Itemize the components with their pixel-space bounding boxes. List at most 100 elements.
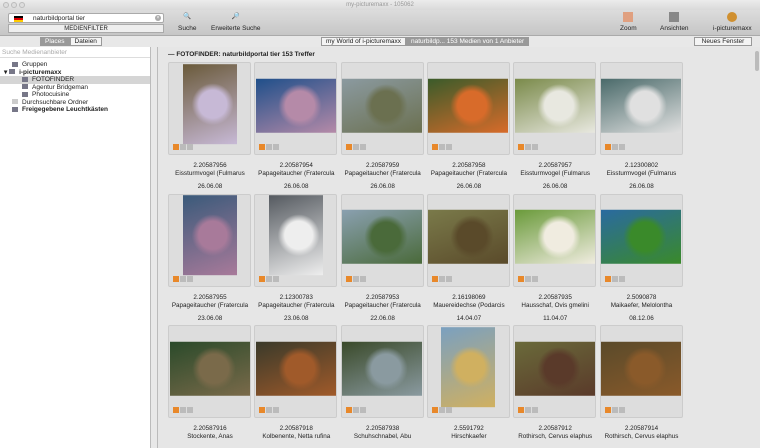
- thumbnail-cell[interactable]: [600, 194, 683, 287]
- thumbnail-image[interactable]: [601, 210, 681, 264]
- zoom-button[interactable]: Zoom: [620, 12, 637, 32]
- lightbox-icon[interactable]: [346, 407, 352, 413]
- mail-icon[interactable]: [187, 276, 193, 282]
- tree-item-photocuisine[interactable]: Photocuisine: [0, 91, 150, 99]
- search-button[interactable]: 🔍Suche: [178, 12, 196, 32]
- info-icon[interactable]: [525, 407, 531, 413]
- info-icon[interactable]: [525, 144, 531, 150]
- new-window-button[interactable]: Neues Fenster: [694, 37, 752, 46]
- thumbnail-cell[interactable]: [600, 62, 683, 155]
- thumbnail-image[interactable]: [256, 341, 336, 395]
- thumbnail-cell[interactable]: [341, 62, 424, 155]
- info-icon[interactable]: [353, 407, 359, 413]
- mail-icon[interactable]: [532, 407, 538, 413]
- tree-item-lightboxes[interactable]: Freigegebene Leuchtkästen: [0, 106, 150, 114]
- thumbnail-image[interactable]: [269, 195, 323, 275]
- lightbox-icon[interactable]: [259, 144, 265, 150]
- thumbnail-image[interactable]: [342, 210, 422, 264]
- tab-search-result[interactable]: naturbildp... 153 Medien von 1 Anbieter: [406, 37, 529, 46]
- lightbox-icon[interactable]: [346, 144, 352, 150]
- lightbox-icon[interactable]: [259, 276, 265, 282]
- info-icon[interactable]: [180, 144, 186, 150]
- thumbnail-image[interactable]: [256, 78, 336, 132]
- thumbnail-cell[interactable]: [254, 62, 337, 155]
- ipicturemaxx-button[interactable]: i-picturemaxx: [713, 12, 752, 32]
- lightbox-icon[interactable]: [346, 276, 352, 282]
- advanced-search-button[interactable]: 🔎Erweiterte Suche: [211, 12, 261, 32]
- lightbox-icon[interactable]: [605, 276, 611, 282]
- info-icon[interactable]: [353, 276, 359, 282]
- info-icon[interactable]: [439, 276, 445, 282]
- thumbnail-cell[interactable]: [254, 325, 337, 418]
- mail-icon[interactable]: [360, 144, 366, 150]
- thumbnail-cell[interactable]: [513, 194, 596, 287]
- mail-icon[interactable]: [532, 144, 538, 150]
- lightbox-icon[interactable]: [173, 276, 179, 282]
- lightbox-icon[interactable]: [518, 407, 524, 413]
- mail-icon[interactable]: [619, 144, 625, 150]
- thumbnail-cell[interactable]: [254, 194, 337, 287]
- thumbnail-cell[interactable]: [168, 194, 251, 287]
- info-icon[interactable]: [266, 407, 272, 413]
- mail-icon[interactable]: [446, 276, 452, 282]
- media-filter-button[interactable]: MEDIENFILTER: [8, 24, 164, 33]
- tree-item-folders[interactable]: Durchsuchbare Ordner: [0, 99, 150, 107]
- search-input[interactable]: naturbildportal tier ×: [8, 13, 164, 23]
- thumbnail-image[interactable]: [183, 195, 237, 275]
- thumbnail-image[interactable]: [515, 210, 595, 264]
- mail-icon[interactable]: [619, 407, 625, 413]
- thumbnail-image[interactable]: [428, 210, 508, 264]
- tree-item-gruppen[interactable]: Gruppen: [0, 61, 150, 69]
- thumbnail-cell[interactable]: [513, 62, 596, 155]
- info-icon[interactable]: [439, 407, 445, 413]
- thumbnail-cell[interactable]: [341, 194, 424, 287]
- lightbox-icon[interactable]: [432, 144, 438, 150]
- lightbox-icon[interactable]: [173, 144, 179, 150]
- mail-icon[interactable]: [532, 276, 538, 282]
- thumbnail-image[interactable]: [441, 327, 495, 407]
- tab-my-world[interactable]: my World of i-picturemaxx: [321, 37, 406, 46]
- tab-places[interactable]: Places: [40, 37, 70, 46]
- thumbnail-image[interactable]: [428, 78, 508, 132]
- thumbnail-cell[interactable]: [427, 194, 510, 287]
- thumbnail-image[interactable]: [342, 341, 422, 395]
- thumbnail-cell[interactable]: [600, 325, 683, 418]
- thumbnail-image[interactable]: [515, 341, 595, 395]
- info-icon[interactable]: [439, 144, 445, 150]
- mail-icon[interactable]: [187, 144, 193, 150]
- tree-item-ipicturemaxx[interactable]: ▾ i-picturemaxx: [0, 69, 150, 77]
- tab-dateien[interactable]: Dateien: [70, 37, 102, 46]
- mail-icon[interactable]: [360, 276, 366, 282]
- german-flag-icon[interactable]: [14, 16, 23, 22]
- info-icon[interactable]: [525, 276, 531, 282]
- thumbnail-cell[interactable]: [341, 325, 424, 418]
- info-icon[interactable]: [266, 276, 272, 282]
- info-icon[interactable]: [180, 407, 186, 413]
- scrollbar[interactable]: [755, 51, 759, 71]
- lightbox-icon[interactable]: [432, 276, 438, 282]
- thumbnail-cell[interactable]: [513, 325, 596, 418]
- thumbnail-cell[interactable]: [427, 325, 510, 418]
- mail-icon[interactable]: [273, 144, 279, 150]
- thumbnail-image[interactable]: [342, 78, 422, 132]
- thumbnail-cell[interactable]: [168, 325, 251, 418]
- tree-item-fotofinder[interactable]: FOTOFINDER: [0, 76, 150, 84]
- info-icon[interactable]: [612, 407, 618, 413]
- lightbox-icon[interactable]: [432, 407, 438, 413]
- info-icon[interactable]: [612, 144, 618, 150]
- mail-icon[interactable]: [273, 407, 279, 413]
- thumbnail-image[interactable]: [183, 64, 237, 144]
- info-icon[interactable]: [180, 276, 186, 282]
- tree-item-bridgeman[interactable]: Agentur Bridgeman: [0, 84, 150, 92]
- info-icon[interactable]: [612, 276, 618, 282]
- mail-icon[interactable]: [273, 276, 279, 282]
- lightbox-icon[interactable]: [518, 144, 524, 150]
- info-icon[interactable]: [353, 144, 359, 150]
- mail-icon[interactable]: [446, 144, 452, 150]
- thumbnail-image[interactable]: [601, 341, 681, 395]
- clear-search-icon[interactable]: ×: [155, 15, 161, 21]
- lightbox-icon[interactable]: [173, 407, 179, 413]
- mail-icon[interactable]: [446, 407, 452, 413]
- thumbnail-image[interactable]: [170, 341, 250, 395]
- views-button[interactable]: Ansichten: [660, 12, 689, 32]
